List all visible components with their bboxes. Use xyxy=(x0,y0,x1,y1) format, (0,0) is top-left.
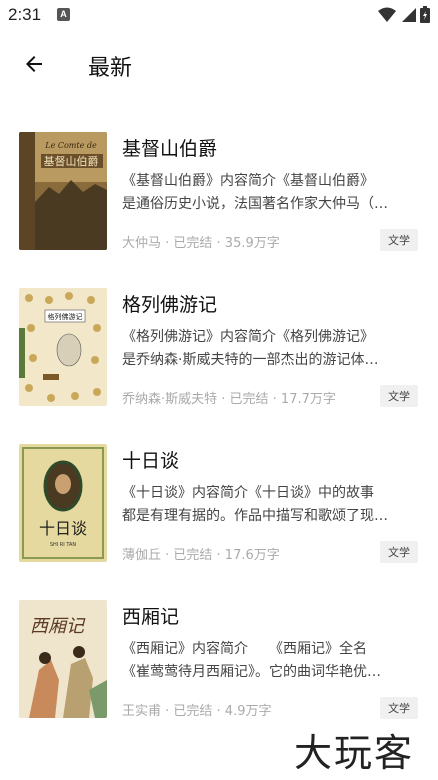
book-meta: 大仲马 · 已完结 · 35.9万字 xyxy=(122,236,280,251)
category-tag: 文学 xyxy=(380,229,418,251)
category-tag: 文学 xyxy=(380,541,418,563)
svg-text:格列佛游记: 格列佛游记 xyxy=(48,312,83,321)
svg-text:西厢记: 西厢记 xyxy=(30,616,86,637)
svg-text:SHI RI TAN: SHI RI TAN xyxy=(50,542,77,548)
book-title: 十日谈 xyxy=(122,450,180,472)
book-description: 《格列佛游记》内容简介《格列佛游记》 是乔纳森·斯威夫特的一部杰出的游记体… xyxy=(122,326,420,372)
book-meta: 乔纳森·斯威夫特 · 已完结 · 17.7万字 xyxy=(122,392,336,407)
book-description: 《西厢记》内容简介 《西厢记》全名 《崔莺莺待月西厢记》。它的曲词华艳优… xyxy=(122,638,420,684)
book-item-gullivers-travels[interactable]: 格列佛游记 格列佛游记 《格列佛游记》内容简介《格列佛游记》 是乔纳森·斯威夫特… xyxy=(0,278,438,434)
book-title: 西厢记 xyxy=(122,606,180,628)
book-cover-image: 基督山伯爵 Le Comte de xyxy=(19,132,107,250)
watermark-logo: 大玩客 xyxy=(294,731,415,775)
notification-icon: A xyxy=(57,8,70,21)
battery-icon xyxy=(420,6,430,23)
category-tag: 文学 xyxy=(380,385,418,407)
back-button[interactable] xyxy=(18,48,50,80)
book-description-line: 《格列佛游记》内容简介《格列佛游记》 xyxy=(122,329,374,345)
book-cover-image: 格列佛游记 xyxy=(19,288,107,406)
book-item-count-of-monte-cristo[interactable]: 基督山伯爵 Le Comte de 基督山伯爵 《基督山伯爵》内容简介《基督山伯… xyxy=(0,122,438,278)
book-cover-gullivers-travels-icon: 格列佛游记 xyxy=(19,288,107,406)
book-cover-west-chamber-icon: 西厢记 xyxy=(19,600,107,718)
book-title: 基督山伯爵 xyxy=(122,138,218,160)
wifi-icon xyxy=(378,7,396,22)
svg-text:十日谈: 十日谈 xyxy=(39,519,87,538)
book-item-decameron[interactable]: 十日谈 SHI RI TAN 十日谈 《十日谈》内容简介《十日谈》中的故事 都是… xyxy=(0,434,438,590)
book-cover-image: 十日谈 SHI RI TAN xyxy=(19,444,107,562)
svg-text:Le Comte de: Le Comte de xyxy=(44,141,97,150)
book-cover-count-of-monte-cristo-icon: 基督山伯爵 Le Comte de xyxy=(19,132,107,250)
book-description-line: 《崔莺莺待月西厢记》。它的曲词华艳优… xyxy=(122,664,381,680)
book-description-line: 《西厢记》内容简介 《西厢记》全名 xyxy=(122,641,367,657)
category-tag: 文学 xyxy=(380,697,418,719)
svg-text:基督山伯爵: 基督山伯爵 xyxy=(44,154,99,168)
book-cover-decameron-icon: 十日谈 SHI RI TAN xyxy=(19,444,107,562)
book-description-line: 是乔纳森·斯威夫特的一部杰出的游记体… xyxy=(122,352,379,368)
book-cover-image: 西厢记 xyxy=(19,600,107,718)
book-meta: 王实甫 · 已完结 · 4.9万字 xyxy=(122,704,272,719)
book-description: 《基督山伯爵》内容简介《基督山伯爵》 是通俗历史小说，法国著名作家大仲马（… xyxy=(122,170,420,216)
arrow-left-icon xyxy=(26,56,42,72)
app-bar: 最新 xyxy=(0,36,438,92)
page-title: 最新 xyxy=(88,56,133,81)
status-icons xyxy=(378,6,430,23)
book-title: 格列佛游记 xyxy=(122,294,218,316)
book-description-line: 都是有理有据的。作品中描写和歌颂了现… xyxy=(122,508,388,524)
signal-icon xyxy=(402,7,416,22)
book-description: 《十日谈》内容简介《十日谈》中的故事 都是有理有据的。作品中描写和歌颂了现… xyxy=(122,482,420,528)
book-description-line: 是通俗历史小说，法国著名作家大仲马（… xyxy=(122,196,388,212)
status-time: 2:31 xyxy=(8,5,42,24)
book-description-line: 《基督山伯爵》内容简介《基督山伯爵》 xyxy=(122,173,374,189)
book-description-line: 《十日谈》内容简介《十日谈》中的故事 xyxy=(122,485,374,501)
status-bar: 2:31 A xyxy=(0,0,438,30)
book-meta: 薄伽丘 · 已完结 · 17.6万字 xyxy=(122,548,280,563)
